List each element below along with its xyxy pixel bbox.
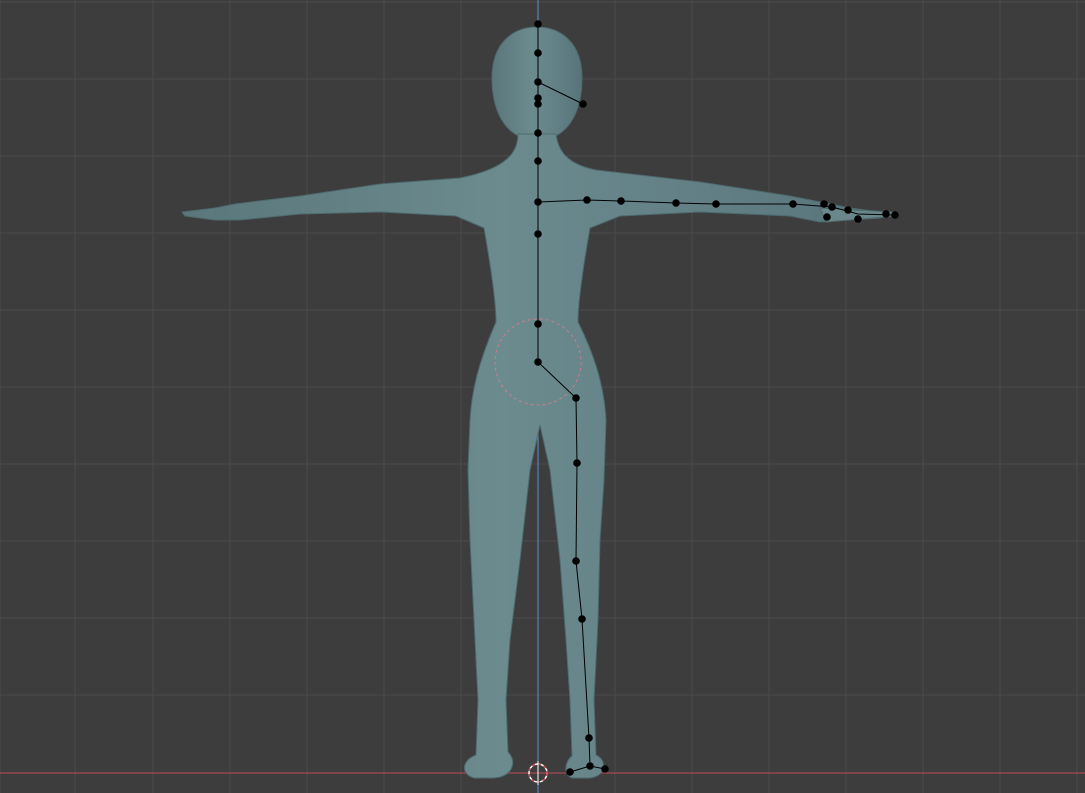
bone-joint[interactable] [534,157,542,165]
bone-joint[interactable] [578,615,586,623]
bone-joint[interactable] [882,210,890,218]
bone-joint[interactable] [572,557,580,565]
3d-viewport[interactable] [0,0,1085,793]
bone-joint[interactable] [572,394,580,402]
bone-joint[interactable] [534,100,542,108]
bone-joint[interactable] [828,203,836,211]
bone-joint[interactable] [534,358,542,366]
bone-joint[interactable] [534,129,542,137]
bone-joint[interactable] [534,198,542,206]
bone-joint[interactable] [844,206,852,214]
bone-joint[interactable] [820,200,828,208]
bone-joint[interactable] [566,768,574,776]
bone-joint[interactable] [854,215,862,223]
bone-joint[interactable] [601,765,609,773]
bone-joint[interactable] [534,20,542,28]
bone-joint[interactable] [573,459,581,467]
bone-joint[interactable] [583,196,591,204]
bone-joint[interactable] [891,211,899,219]
bone-joint[interactable] [585,734,593,742]
bone-joint[interactable] [789,200,797,208]
bone-joint[interactable] [534,78,542,86]
bone-joint[interactable] [586,762,594,770]
character-mesh[interactable] [181,26,898,779]
bone-joint[interactable] [823,213,831,221]
bone-joint[interactable] [534,49,542,57]
bone-joint[interactable] [617,197,625,205]
bone-joint[interactable] [712,200,720,208]
bone-joint[interactable] [672,199,680,207]
bone-joint[interactable] [534,230,542,238]
bone-joint[interactable] [534,320,542,328]
bone-joint[interactable] [579,100,587,108]
